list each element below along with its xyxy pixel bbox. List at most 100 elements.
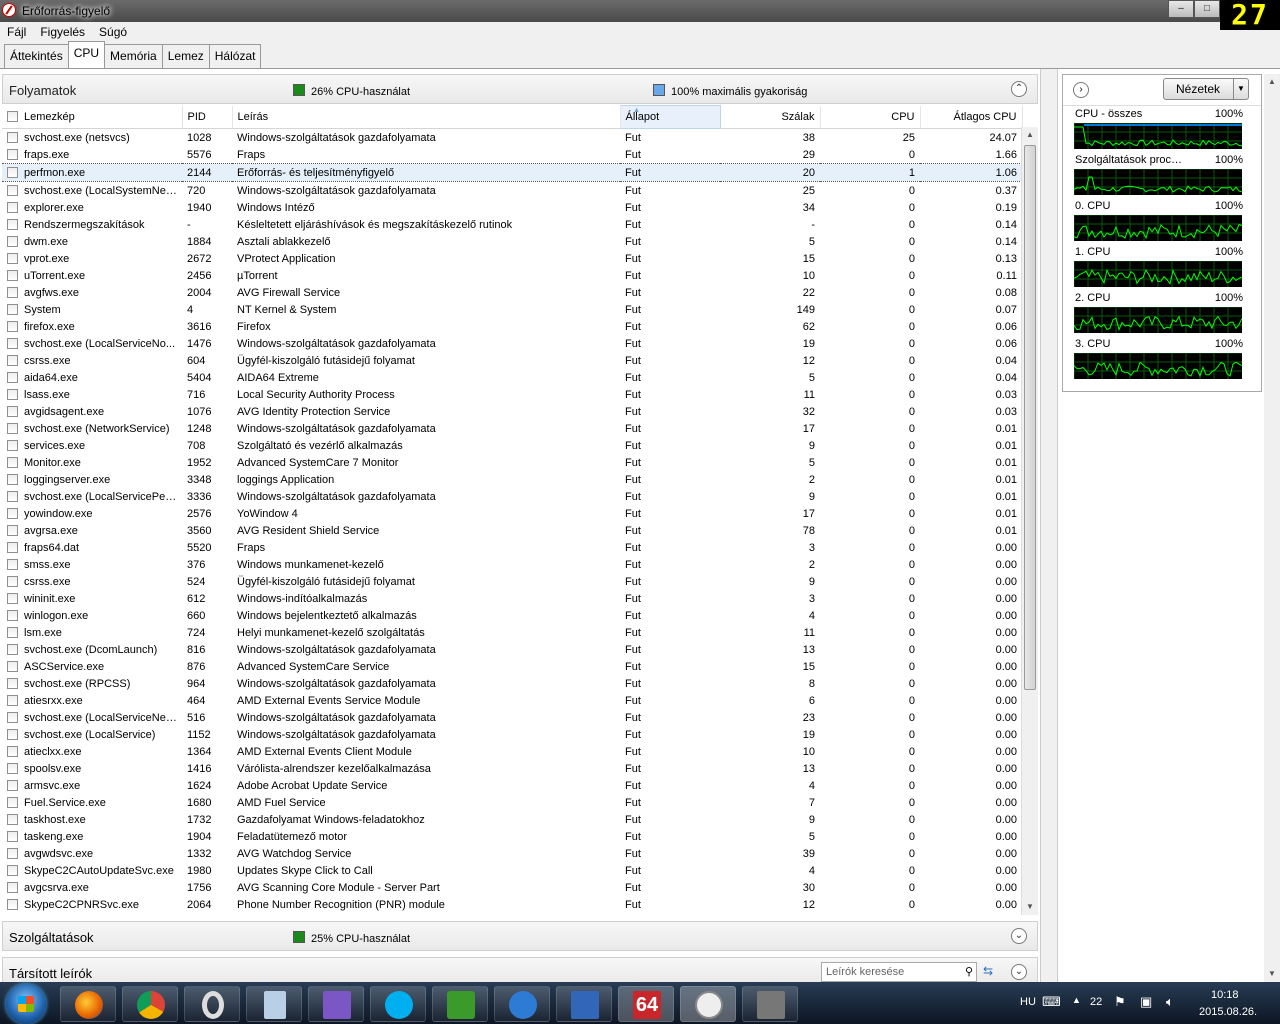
row-checkbox[interactable] [7,745,18,757]
row-checkbox[interactable] [7,507,18,519]
table-row[interactable]: taskhost.exe 1732 Gazdafolyamat Windows-fe… [2,811,1022,828]
row-checkbox[interactable] [7,490,18,502]
fraps-taskbar-icon[interactable] [742,986,798,1022]
table-row[interactable]: csrss.exe 604 Ügyfél-kiszolgáló futásidejű… [2,352,1022,369]
table-row[interactable]: svchost.exe (RPCSS) 964 Windows-szolgáltat… [2,675,1022,692]
table-row[interactable]: csrss.exe 524 Ügyfél-kiszolgáló futásidejű… [2,573,1022,590]
table-row[interactable]: System 4 NT Kernel & System Fut 149 0 0.07 [2,301,1022,318]
table-row[interactable]: svchost.exe (LocalService) 1152 Windows-sz… [2,726,1022,743]
table-row[interactable]: aida64.exe 5404 AIDA64 Extreme Fut 5 0 0.04 [2,369,1022,386]
row-checkbox[interactable] [7,711,18,723]
firefox-taskbar-icon[interactable] [60,986,116,1022]
clock-date[interactable]: 2015.08.26. [1199,1006,1257,1018]
table-row[interactable]: avgidsagent.exe 1076 AVG Identity Protecti… [2,403,1022,420]
row-checkbox[interactable] [7,830,18,842]
tab-cpu[interactable]: CPU [67,41,106,69]
pane-splitter[interactable] [1040,69,1058,983]
table-row[interactable]: ASCService.exe 876 Advanced SystemCare Ser… [2,658,1022,675]
processes-scroll-thumb[interactable] [1024,145,1036,690]
expand-handles-button[interactable]: ⌄ [1011,964,1027,980]
action-center-flag-icon[interactable]: ⚑ [1114,994,1126,1010]
maximize-button[interactable]: □ [1194,0,1220,18]
table-row[interactable]: firefox.exe 3616 Firefox Fut 62 0 0.06 [2,318,1022,335]
table-row[interactable]: atieclxx.exe 1364 AMD External Events Clie… [2,743,1022,760]
tab-overview[interactable]: Áttekintés [4,44,69,69]
table-row[interactable]: atiesrxx.exe 464 AMD External Events Servi… [2,692,1022,709]
scroll-down-icon[interactable]: ▼ [1022,899,1038,915]
row-checkbox[interactable] [7,166,18,178]
table-row[interactable]: SkypeC2CAutoUpdateSvc.exe 1980 Updates Sky… [2,862,1022,879]
row-checkbox[interactable] [7,148,18,160]
row-checkbox[interactable] [7,235,18,247]
row-checkbox[interactable] [7,337,18,349]
table-row[interactable]: uTorrent.exe 2456 µTorrent Fut 10 0 0.11 [2,267,1022,284]
table-row[interactable]: fraps.exe 5576 Fraps Fut 29 0 1.66 [2,146,1022,164]
processes-header[interactable]: Folyamatok 26% CPU-használat 100% maximá… [2,74,1038,104]
table-row[interactable]: lsass.exe 716 Local Security Authority Pro… [2,386,1022,403]
row-checkbox[interactable] [7,131,18,143]
calculator-taskbar-icon[interactable] [246,986,302,1022]
table-row[interactable]: spoolsv.exe 1416 Várólista-alrendszer keze… [2,760,1022,777]
chrome-taskbar-icon[interactable] [122,986,178,1022]
row-checkbox[interactable] [7,354,18,366]
visual-studio-taskbar-icon[interactable] [308,986,364,1022]
expand-right-icon[interactable]: › [1073,82,1089,98]
menu-file[interactable]: Fájl [0,22,33,42]
table-row[interactable]: Fuel.Service.exe 1680 AMD Fuel Service Fut 7… [2,794,1022,811]
table-row[interactable]: lsm.exe 724 Helyi munkamenet-kezelő szolgá… [2,624,1022,641]
table-row[interactable]: avgfws.exe 2004 AVG Firewall Service Fut 22 0… [2,284,1022,301]
skype-taskbar-icon[interactable] [370,986,426,1022]
row-checkbox[interactable] [7,422,18,434]
row-checkbox[interactable] [7,218,18,230]
row-checkbox[interactable] [7,269,18,281]
row-checkbox[interactable] [7,371,18,383]
table-row[interactable]: armsvc.exe 1624 Adobe Acrobat Update Servi… [2,777,1022,794]
select-all-checkbox[interactable] [7,110,18,122]
row-checkbox[interactable] [7,626,18,638]
row-checkbox[interactable] [7,286,18,298]
row-checkbox[interactable] [7,456,18,468]
scroll-up-icon[interactable]: ▲ [1022,127,1038,143]
row-checkbox[interactable] [7,643,18,655]
column-header-description[interactable]: Leírás [232,105,621,129]
scroll-down-icon[interactable]: ▼ [1264,966,1280,982]
row-checkbox[interactable] [7,405,18,417]
table-row[interactable]: vprot.exe 2672 VProtect Application Fut 15 0 0… [2,250,1022,267]
table-row[interactable]: services.exe 708 Szolgáltató és vezérlő al… [2,437,1022,454]
table-row[interactable]: winlogon.exe 660 Windows bejelentkeztető a… [2,607,1022,624]
table-row[interactable]: svchost.exe (LocalServiceNet... 516 Window… [2,709,1022,726]
row-checkbox[interactable] [7,184,18,196]
column-header-pid[interactable]: PID [182,105,233,129]
table-row[interactable]: svchost.exe (LocalServicePee... 3336 Windo… [2,488,1022,505]
table-row[interactable]: SkypeC2CPNRSvc.exe 2064 Phone Number Recog… [2,896,1022,913]
row-checkbox[interactable] [7,303,18,315]
row-checkbox[interactable] [7,898,18,910]
table-row[interactable]: dwm.exe 1884 Asztali ablakkezelő Fut 5 0 0.14 [2,233,1022,250]
table-row[interactable]: svchost.exe (netsvcs) 1028 Windows-szolgál… [2,129,1022,147]
menu-help[interactable]: Súgó [92,22,134,42]
volume-icon[interactable]: 🔈︎ [1166,994,1174,1010]
language-indicator[interactable]: HU [1020,996,1036,1008]
start-button[interactable] [6,984,46,1024]
processes-scrollbar[interactable]: ▲ ▼ [1021,127,1038,915]
opera-taskbar-icon[interactable] [184,986,240,1022]
row-checkbox[interactable] [7,524,18,536]
speed-taskbar-icon[interactable] [494,986,550,1022]
table-row[interactable]: explorer.exe 1940 Windows Intéző Fut 34 0 0.19 [2,199,1022,216]
table-row[interactable]: avgcsrva.exe 1756 AVG Scanning Core Module… [2,879,1022,896]
dropdown-arrow-icon[interactable]: ▼ [1233,79,1248,99]
table-row[interactable]: avgwdsvc.exe 1332 AVG Watchdog Service Fut 3… [2,845,1022,862]
row-checkbox[interactable] [7,694,18,706]
row-checkbox[interactable] [7,320,18,332]
column-header-cpu[interactable]: CPU [820,105,921,129]
table-row[interactable]: svchost.exe (DcomLaunch) 816 Windows-szolg… [2,641,1022,658]
column-header-avg-cpu[interactable]: Átlagos CPU [920,105,1023,129]
column-header-status[interactable]: Állapot▲ [619,105,721,129]
row-checkbox[interactable] [7,592,18,604]
table-row[interactable]: perfmon.exe 2144 Erőforrás- és teljesítmén… [2,163,1022,182]
table-row[interactable]: fraps64.dat 5520 Fraps Fut 3 0 0.00 [2,539,1022,556]
scroll-up-icon[interactable]: ▲ [1264,74,1280,90]
menu-monitor[interactable]: Figyelés [33,22,92,42]
services-header[interactable]: Szolgáltatások 25% CPU-használat ⌄ [2,921,1038,951]
row-checkbox[interactable] [7,677,18,689]
